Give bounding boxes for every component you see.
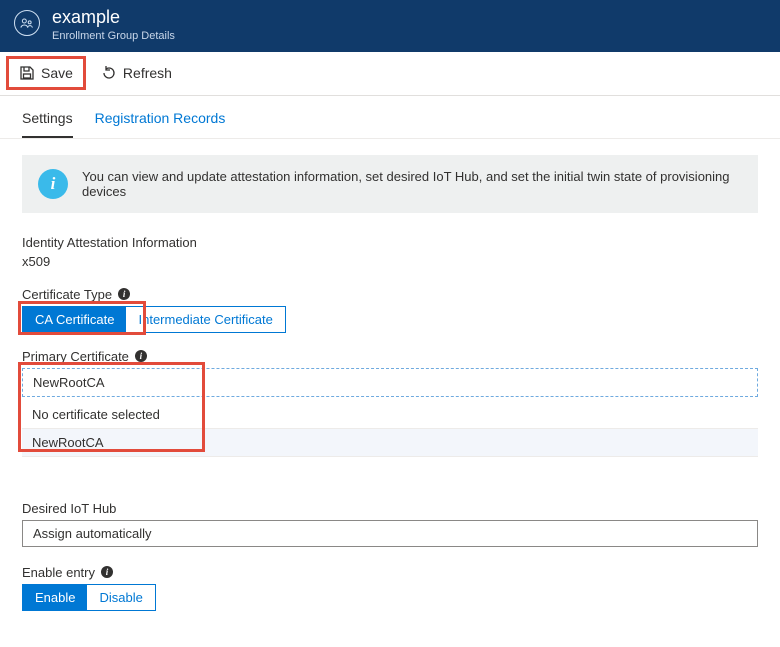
dropdown-option-newrootca[interactable]: NewRootCA: [22, 429, 758, 457]
tab-settings[interactable]: Settings: [22, 110, 73, 138]
group-icon: [14, 10, 40, 36]
certificate-type-toggle: CA Certificate Intermediate Certificate: [22, 306, 286, 333]
info-icon[interactable]: i: [135, 350, 147, 362]
info-banner: i You can view and update attestation in…: [22, 155, 758, 213]
info-text: You can view and update attestation info…: [82, 169, 742, 199]
refresh-button[interactable]: Refresh: [88, 56, 185, 90]
info-icon[interactable]: i: [101, 566, 113, 578]
disable-option[interactable]: Disable: [87, 585, 154, 610]
enable-entry-label: Enable entry i: [22, 565, 758, 580]
primary-certificate-dropdown[interactable]: NewRootCA: [22, 368, 758, 397]
certificate-type-label: Certificate Type i: [22, 287, 758, 302]
save-button[interactable]: Save: [6, 56, 86, 90]
toolbar: Save Refresh: [0, 52, 780, 96]
refresh-label: Refresh: [123, 65, 172, 81]
refresh-icon: [101, 65, 117, 81]
cert-type-ca-option[interactable]: CA Certificate: [23, 307, 126, 332]
save-label: Save: [41, 65, 73, 81]
enable-entry-toggle: Enable Disable: [22, 584, 156, 611]
tab-strip: Settings Registration Records: [0, 96, 780, 139]
identity-attestation-value: x509: [22, 254, 758, 269]
page-title: example: [52, 8, 175, 28]
page-subtitle: Enrollment Group Details: [52, 30, 175, 42]
tab-registration-records[interactable]: Registration Records: [95, 110, 226, 138]
identity-attestation-label: Identity Attestation Information: [22, 235, 758, 250]
primary-certificate-options: No certificate selected NewRootCA: [22, 401, 758, 457]
save-icon: [19, 65, 35, 81]
dropdown-option-no-cert[interactable]: No certificate selected: [22, 401, 758, 429]
content-area: i You can view and update attestation in…: [0, 139, 780, 647]
enable-option[interactable]: Enable: [23, 585, 87, 610]
info-icon[interactable]: i: [118, 288, 130, 300]
page-header: example Enrollment Group Details: [0, 0, 780, 52]
cert-type-intermediate-option[interactable]: Intermediate Certificate: [126, 307, 284, 332]
primary-certificate-label: Primary Certificate i: [22, 349, 758, 364]
info-icon: i: [38, 169, 68, 199]
desired-hub-label: Desired IoT Hub: [22, 501, 758, 516]
desired-hub-select[interactable]: Assign automatically: [22, 520, 758, 547]
